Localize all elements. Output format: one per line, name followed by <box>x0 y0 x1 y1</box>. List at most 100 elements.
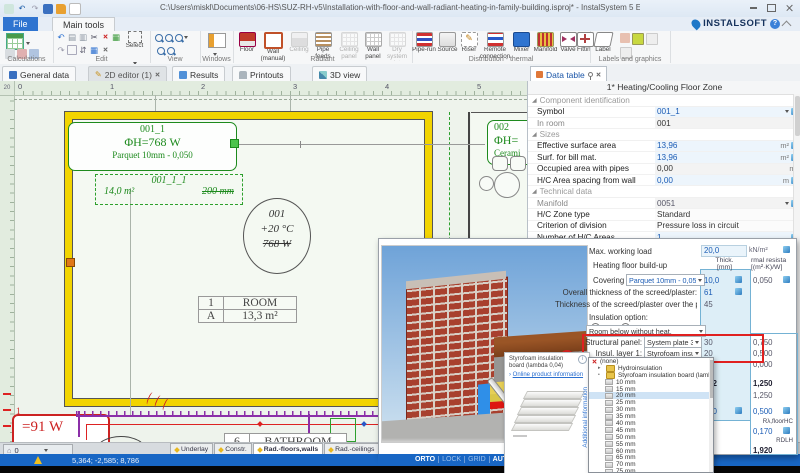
tree-item-size[interactable]: 40 mm <box>589 420 713 427</box>
max-load-input[interactable]: 20,0 <box>701 245 747 257</box>
open-icon[interactable] <box>56 4 66 14</box>
covering-thickness[interactable]: 10,0 <box>704 276 719 285</box>
max-load-unit: kN/m² <box>749 247 768 254</box>
row-spacing[interactable]: H/C Area spacing from wall 0,00m <box>528 175 800 186</box>
ruler-scale-box: 20 <box>0 81 15 96</box>
bathroom-label[interactable]: 6 BATHROOM <box>224 433 347 442</box>
tree-item-size[interactable]: 50 mm <box>589 434 713 441</box>
overall-thickness-value[interactable]: 61 <box>704 288 713 297</box>
covering-dropdown[interactable]: Parquet 10mm - 0,050 <box>626 274 705 286</box>
row-criterion[interactable]: Criterion of division Pressure loss in c… <box>528 221 800 232</box>
tab-data-table[interactable]: Data table <box>530 66 607 82</box>
tree-item-size[interactable]: 75 mm <box>589 468 713 473</box>
over-pipe-thickness-value: 45 <box>704 300 713 309</box>
tree-item-size[interactable]: 25 mm <box>589 399 713 406</box>
edit-icons-row1[interactable]: ↶ ▤ ▥ ✂ ▦ <box>56 32 121 42</box>
manifold-icon <box>537 32 554 47</box>
redo-icon[interactable]: ↷ <box>30 4 40 14</box>
tab-file[interactable]: File <box>3 17 38 31</box>
tree-item-size[interactable]: 60 mm <box>589 448 713 455</box>
tree-item-size[interactable]: 30 mm <box>589 406 713 413</box>
close-panel-icon[interactable] <box>596 72 601 77</box>
row-effective-area[interactable]: Effective surface area 13,96m² <box>528 141 800 152</box>
section-technical[interactable]: ◢Technical data <box>528 186 800 198</box>
pin-icon[interactable] <box>588 72 593 77</box>
tree-item-size[interactable]: 55 mm <box>589 441 713 448</box>
expand-icon: ▸ <box>598 365 603 371</box>
tree-item-none[interactable]: (none) <box>589 358 713 365</box>
row-zone-type[interactable]: H/C Zone type Standard <box>528 209 800 220</box>
new-file-icon[interactable] <box>69 3 81 15</box>
section-identification[interactable]: ◢Component identification <box>528 95 800 107</box>
cut-icon: ✂ <box>89 32 99 42</box>
ceiling-resistance[interactable]: 0,500 <box>753 407 773 416</box>
zoom-icons-row2[interactable] <box>156 46 176 56</box>
tab-2d-editor[interactable]: ✎ 2D editor (1) <box>88 66 167 82</box>
plate-icon <box>605 420 613 426</box>
ribbon: Calculations ↶ ▤ ▥ ✂ ▦ ↷ ⇵ ▦ Select <box>0 31 800 65</box>
tree-item-hydroinsulation[interactable]: ▸ Hydroinsulation <box>589 365 713 372</box>
ruler-number: 1 <box>110 82 114 91</box>
radiator-label[interactable]: =91 W <box>12 414 110 442</box>
help-icon[interactable]: ? <box>770 19 780 29</box>
tree-scrollbar[interactable] <box>709 358 713 472</box>
room-001-table-label[interactable]: 1 ROOM A 13,3 m² <box>198 296 297 323</box>
close-tab-icon[interactable] <box>155 72 160 77</box>
row-symbol[interactable]: Symbol 001_1 <box>528 107 800 118</box>
results-icon <box>179 71 187 79</box>
row-in-room[interactable]: In room 001 <box>528 118 800 129</box>
hc-area-label[interactable]: 001_1_1 14,0 m² 200 mm <box>95 174 243 205</box>
tree-item-styrofoam[interactable]: • Styrofoam insulation board (lambda 0,0… <box>589 372 713 379</box>
tree-item-size[interactable]: 65 mm <box>589 454 713 461</box>
zoom-icons-row1[interactable] <box>154 33 188 43</box>
row-manifold[interactable]: Manifold 0051 <box>528 198 800 209</box>
section-sizes[interactable]: ◢Sizes <box>528 129 800 141</box>
minimize-button[interactable] <box>744 0 762 16</box>
close-button[interactable] <box>780 0 798 16</box>
expanded-icon: • <box>598 372 603 378</box>
mode-grid[interactable]: GRID <box>465 456 490 463</box>
tab-printouts[interactable]: Printouts <box>232 66 291 82</box>
tree-item-size[interactable]: 45 mm <box>589 427 713 434</box>
mode-lock[interactable]: LOCK <box>439 456 465 463</box>
tree-item-size[interactable]: 35 mm <box>589 413 713 420</box>
zone-label-handle[interactable] <box>230 139 239 148</box>
room-number: 001 <box>244 207 310 222</box>
room-table-area: 13,3 m² <box>224 310 297 323</box>
app-icon[interactable] <box>4 4 14 14</box>
save-icon[interactable] <box>43 4 53 14</box>
tree-item-size[interactable]: 70 mm <box>589 461 713 468</box>
r-floor-value[interactable]: 0,170 <box>753 427 773 436</box>
row-occupied[interactable]: Occupied area with pipes 0,00m² <box>528 164 800 175</box>
windows-icon[interactable] <box>208 33 226 48</box>
zone2-symbol: 002 <box>494 122 527 133</box>
wall-handle[interactable] <box>66 258 75 267</box>
zone-001-1-label[interactable]: 001_1 ΦH=768 W Parquet 10mm - 0,050 <box>68 122 237 171</box>
tab-main-tools[interactable]: Main tools <box>52 17 115 32</box>
room-table-number: 1 <box>199 297 224 310</box>
product-link[interactable]: › Online product information <box>509 372 585 378</box>
calc-dropdown-icon[interactable] <box>26 37 30 47</box>
row-bill-mat[interactable]: Surf. for bill mat. 13,96m² <box>528 152 800 163</box>
tab-results[interactable]: Results <box>172 66 225 82</box>
edit-icons-row2[interactable]: ↷ ⇵ ▦ <box>56 45 110 55</box>
mode-orto[interactable]: ORTO <box>412 456 439 463</box>
info-icon[interactable]: i <box>578 355 587 364</box>
room-001-circle-label[interactable]: 001 +20 °C 768 W <box>243 198 311 274</box>
tab-general-data[interactable]: General data <box>2 66 76 82</box>
tree-item-size[interactable]: 20 mm <box>589 392 713 399</box>
calculations-icon[interactable] <box>6 33 24 50</box>
tree-item-size[interactable]: 10 mm <box>589 379 713 386</box>
ruler-mark-red <box>3 425 11 427</box>
database-icon <box>735 276 742 283</box>
warning-icon[interactable] <box>34 456 42 464</box>
source-icon <box>439 32 456 47</box>
maximize-button[interactable] <box>762 0 780 16</box>
total-resistance: 1,250 <box>753 379 773 388</box>
group-label-edit: Edit <box>53 56 150 63</box>
collapse-ribbon-icon[interactable] <box>782 20 792 30</box>
undo-icon[interactable]: ↶ <box>17 4 27 14</box>
pipe-node-blue <box>361 421 367 427</box>
tree-item-size[interactable]: 15 mm <box>589 386 713 393</box>
tab-3d-view[interactable]: 3D view <box>312 66 367 82</box>
